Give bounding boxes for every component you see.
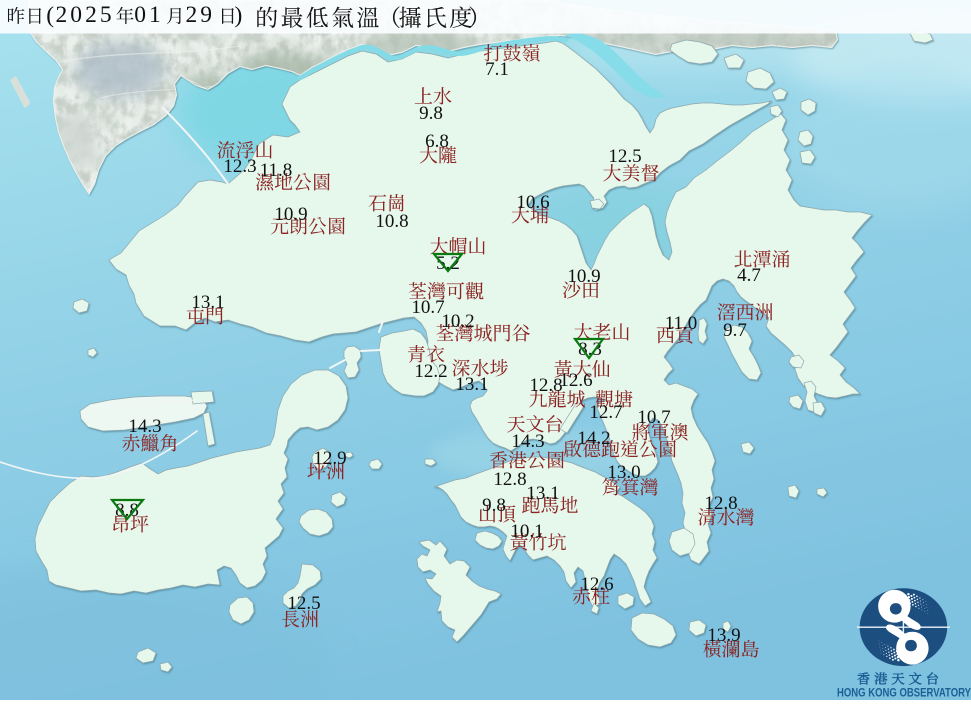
svg-text:10.8: 10.8: [375, 211, 408, 232]
svg-text:10.2: 10.2: [441, 311, 474, 332]
svg-text:10.7: 10.7: [637, 407, 670, 428]
svg-text:12.3: 12.3: [223, 156, 256, 177]
svg-text:7.1: 7.1: [485, 59, 509, 80]
svg-text:9.7: 9.7: [723, 320, 747, 341]
svg-text:12.7: 12.7: [589, 402, 622, 423]
svg-text:12.5: 12.5: [287, 593, 320, 614]
svg-text:13.1: 13.1: [455, 374, 488, 395]
svg-text:13.1: 13.1: [526, 483, 559, 504]
svg-text:14.3: 14.3: [128, 416, 161, 437]
svg-text:HONG KONG OBSERVATORY: HONG KONG OBSERVATORY: [837, 687, 971, 700]
svg-text:12.6: 12.6: [580, 574, 613, 595]
svg-text:11.8: 11.8: [260, 160, 293, 181]
svg-text:13.9: 13.9: [707, 625, 740, 646]
svg-text:10.7: 10.7: [411, 297, 444, 318]
svg-text:14.3: 14.3: [511, 431, 544, 452]
svg-text:(: (: [46, 2, 54, 28]
svg-text:10.9: 10.9: [274, 204, 307, 225]
svg-text:12.2: 12.2: [414, 361, 447, 382]
svg-text:9.8: 9.8: [482, 495, 506, 516]
svg-text:10.1: 10.1: [510, 521, 543, 542]
svg-text:12.8: 12.8: [704, 493, 737, 514]
svg-text:12.5: 12.5: [608, 146, 641, 167]
svg-text:4.7: 4.7: [737, 265, 761, 286]
svg-text:13.1: 13.1: [191, 292, 224, 313]
svg-text:13.0: 13.0: [607, 462, 640, 483]
svg-text:6.8: 6.8: [425, 131, 449, 152]
svg-text:11.0: 11.0: [665, 313, 698, 334]
svg-text:14.2: 14.2: [577, 428, 610, 449]
svg-text:12.8: 12.8: [493, 469, 526, 490]
svg-text:10.9: 10.9: [567, 266, 600, 287]
svg-text:12.6: 12.6: [559, 370, 592, 391]
svg-text:12.8: 12.8: [529, 375, 562, 396]
svg-text:12.9: 12.9: [313, 448, 346, 469]
svg-text:10.6: 10.6: [516, 192, 549, 213]
svg-text:): ): [235, 2, 243, 28]
svg-text:9.8: 9.8: [419, 103, 443, 124]
